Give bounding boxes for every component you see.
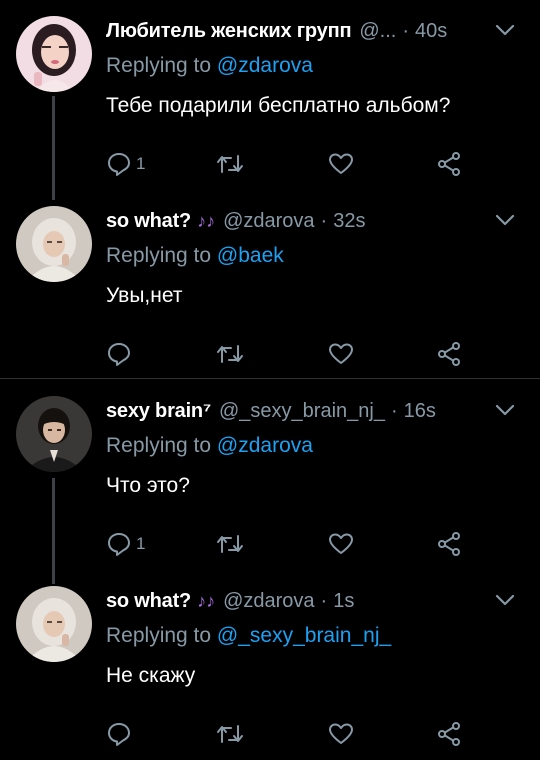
action-bar [106, 718, 476, 750]
retweet-icon [217, 345, 243, 363]
avatar[interactable] [16, 16, 92, 92]
user-handle[interactable]: @zdarova [223, 590, 314, 613]
separator-dot: · [402, 19, 410, 42]
reply-icon [108, 343, 130, 366]
timestamp[interactable]: 1s [333, 590, 354, 613]
tweet-text: Увы,нет [106, 284, 183, 307]
chevron-down-icon[interactable] [494, 212, 516, 228]
chevron-down-icon[interactable] [494, 402, 516, 418]
avatar[interactable] [16, 206, 92, 282]
retweet-icon [217, 725, 243, 743]
tweet-header: so what? ♪♪ @zdarova · 32s [106, 206, 365, 236]
replying-prefix: Replying to [106, 624, 217, 647]
share-icon [438, 722, 460, 746]
retweet-button[interactable] [216, 718, 244, 750]
mention-link[interactable]: @zdarova [217, 434, 313, 457]
reply-icon [108, 153, 130, 176]
tweet[interactable]: Любитель женских групп @... · 40s Replyi… [0, 16, 540, 196]
reply-icon [108, 723, 130, 746]
share-icon [438, 532, 460, 556]
timestamp[interactable]: 16s [404, 400, 436, 423]
mention-link[interactable]: @_sexy_brain_nj_ [217, 624, 391, 647]
chevron-down-icon[interactable] [494, 22, 516, 38]
display-name[interactable]: so what? [106, 590, 191, 613]
heart-icon [329, 533, 353, 554]
reply-button[interactable]: 1 [106, 148, 145, 180]
replying-to: Replying to @zdarova [106, 54, 313, 78]
thread-divider [0, 378, 540, 379]
music-notes-emoji: ♪♪ [197, 590, 216, 611]
reply-button[interactable]: 1 [106, 528, 145, 560]
tweet[interactable]: sexy brain⁷ @_sexy_brain_nj_ · 16s Reply… [0, 396, 540, 576]
reply-count: 1 [136, 534, 146, 553]
share-icon [438, 152, 460, 176]
separator-dot: · [320, 589, 328, 612]
retweet-button[interactable] [216, 148, 244, 180]
share-button[interactable] [436, 718, 462, 750]
tweet-header: sexy brain⁷ @_sexy_brain_nj_ · 16s [106, 396, 436, 426]
timestamp[interactable]: 32s [333, 210, 365, 233]
separator-dot: · [320, 209, 328, 232]
replying-to: Replying to @baek [106, 244, 284, 268]
reply-count: 1 [136, 154, 146, 173]
timestamp[interactable]: 40s [415, 20, 447, 43]
replying-prefix: Replying to [106, 434, 217, 457]
replying-to: Replying to @_sexy_brain_nj_ [106, 624, 391, 648]
tweet[interactable]: so what? ♪♪ @zdarova · 1s Replying to @_… [0, 586, 540, 756]
share-icon [438, 342, 460, 366]
user-handle[interactable]: @zdarova [223, 210, 314, 233]
tweet-header: Любитель женских групп @... · 40s [106, 16, 447, 46]
avatar[interactable] [16, 396, 92, 472]
share-button[interactable] [436, 148, 462, 180]
mention-link[interactable]: @zdarova [217, 54, 313, 77]
share-button[interactable] [436, 528, 462, 560]
replying-prefix: Replying to [106, 54, 217, 77]
like-button[interactable] [328, 528, 354, 560]
heart-icon [329, 723, 353, 744]
tweet-text: Что это? [106, 474, 190, 497]
retweet-button[interactable] [216, 528, 244, 560]
like-button[interactable] [328, 718, 354, 750]
chevron-down-icon[interactable] [494, 592, 516, 608]
reply-button[interactable] [106, 718, 136, 750]
retweet-icon [217, 535, 243, 553]
separator-dot: · [390, 399, 398, 422]
action-bar [106, 338, 476, 370]
user-handle[interactable]: @_sexy_brain_nj_ [219, 400, 385, 423]
heart-icon [329, 343, 353, 364]
display-name[interactable]: so what? [106, 210, 191, 233]
mention-link[interactable]: @baek [217, 244, 284, 267]
retweet-button[interactable] [216, 338, 244, 370]
replying-to: Replying to @zdarova [106, 434, 313, 458]
heart-icon [329, 153, 353, 174]
user-handle[interactable]: @... [359, 20, 396, 43]
music-notes-emoji: ♪♪ [197, 210, 216, 231]
replying-prefix: Replying to [106, 244, 217, 267]
tweet-header: so what? ♪♪ @zdarova · 1s [106, 586, 354, 616]
action-bar: 1 [106, 528, 476, 560]
avatar[interactable] [16, 586, 92, 662]
tweet-text: Тебе подарили бесплатно альбом? [106, 94, 451, 117]
display-name[interactable]: sexy brain⁷ [106, 400, 211, 423]
display-name[interactable]: Любитель женских групп [106, 20, 352, 43]
tweet-text: Не скажу [106, 664, 196, 687]
action-bar: 1 [106, 148, 476, 180]
tweet[interactable]: so what? ♪♪ @zdarova · 32s Replying to @… [0, 206, 540, 376]
like-button[interactable] [328, 338, 354, 370]
share-button[interactable] [436, 338, 462, 370]
like-button[interactable] [328, 148, 354, 180]
retweet-icon [217, 155, 243, 173]
reply-button[interactable] [106, 338, 136, 370]
reply-icon [108, 533, 130, 556]
